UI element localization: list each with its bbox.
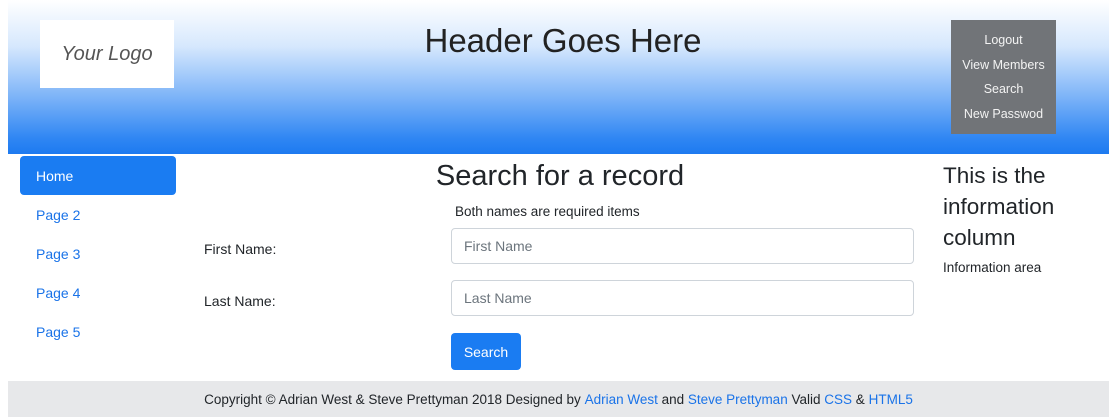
footer-link-steve-prettyman[interactable]: Steve Prettyman: [688, 392, 788, 407]
sidebar-nav: Home Page 2 Page 3 Page 4 Page 5: [20, 156, 176, 351]
footer-link-html5[interactable]: HTML5: [869, 392, 913, 407]
view-members-link[interactable]: View Members: [962, 58, 1044, 72]
info-text: Information area: [943, 260, 1042, 275]
sidebar-item-page-4[interactable]: Page 4: [20, 273, 176, 312]
page-title: Search for a record: [435, 160, 685, 192]
search-link[interactable]: Search: [984, 82, 1024, 96]
search-button[interactable]: Search: [451, 333, 521, 370]
footer-link-css[interactable]: CSS: [824, 392, 852, 407]
sidebar-item-page-3[interactable]: Page 3: [20, 234, 176, 273]
footer-and-text: and: [661, 391, 685, 407]
sidebar-item-page-2[interactable]: Page 2: [20, 195, 176, 234]
footer-valid-text: Valid: [791, 391, 821, 407]
header-nav-menu: Logout View Members Search New Passwod: [951, 20, 1056, 134]
page-footer: Copyright © Adrian West & Steve Prettyma…: [8, 381, 1109, 417]
logo-text: Your Logo: [61, 42, 153, 65]
header-title: Header Goes Here: [424, 22, 702, 59]
sidebar-item-home[interactable]: Home: [20, 156, 176, 195]
page-header: Your Logo Header Goes Here Logout View M…: [8, 0, 1109, 154]
first-name-label: First Name:: [204, 241, 277, 257]
footer-amp-text: &: [855, 391, 865, 407]
footer-link-adrian-west[interactable]: Adrian West: [585, 392, 658, 407]
form-subtitle: Both names are required items: [455, 204, 640, 219]
last-name-label: Last Name:: [204, 293, 276, 309]
info-column: This is the information column Informati…: [943, 160, 1103, 275]
first-name-input[interactable]: [451, 228, 914, 264]
info-heading: This is the information column: [943, 163, 1055, 250]
footer-copyright: Copyright © Adrian West & Steve Prettyma…: [204, 391, 581, 407]
sidebar-item-page-5[interactable]: Page 5: [20, 312, 176, 351]
logo[interactable]: Your Logo: [40, 20, 174, 88]
last-name-input[interactable]: [451, 280, 914, 316]
new-password-link[interactable]: New Passwod: [964, 107, 1043, 121]
logout-link[interactable]: Logout: [984, 33, 1022, 47]
